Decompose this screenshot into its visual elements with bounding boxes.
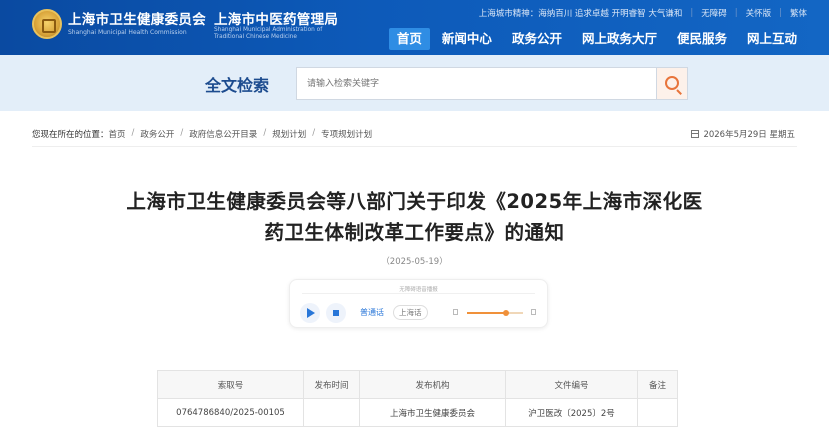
cell-publish-time	[303, 398, 360, 427]
breadcrumb-special-planning[interactable]: 专项规划计划	[321, 128, 372, 140]
emblem-logo[interactable]	[32, 9, 62, 39]
breadcrumb-separator: /	[131, 128, 135, 138]
breadcrumb-separator: /	[180, 128, 184, 138]
org-name-health-commission[interactable]: 上海市卫生健康委员会	[68, 8, 206, 28]
org-name-tcm-admin[interactable]: 上海市中医药管理局	[214, 8, 338, 28]
shanghainese-option[interactable]: 上海话	[393, 305, 428, 320]
cell-index-number: 0764786840/2025-00105	[157, 398, 304, 427]
cell-remarks	[637, 398, 678, 427]
breadcrumb: 您现在所在的位置： 首页 / 政务公开 / 政府信息公开目录 / 规划计划 / …	[32, 128, 372, 140]
divider: |	[734, 8, 738, 18]
divider: |	[779, 8, 782, 18]
org-name-tcm-admin-en: Shanghai Municipal Administration of Tra…	[214, 27, 323, 40]
volume-up-icon[interactable]	[531, 309, 536, 315]
table-row: 0764786840/2025-00105 上海市卫生健康委员会 沪卫医改〔20…	[157, 398, 678, 427]
search-box[interactable]	[296, 67, 657, 100]
current-date-text: 2026年5月29日 星期五	[703, 130, 795, 140]
breadcrumb-government-affairs[interactable]: 政务公开	[140, 128, 174, 140]
breadcrumb-planning[interactable]: 规划计划	[272, 128, 306, 140]
cell-document-number: 沪卫医改〔2025〕2号	[505, 398, 638, 427]
document-info-table: 索取号 发布时间 发布机构 文件编号 备注 0764786840/2025-00…	[157, 370, 678, 427]
divider: |	[690, 8, 694, 18]
search-button[interactable]	[657, 67, 688, 100]
stop-icon[interactable]	[326, 303, 346, 323]
table-header-row: 索取号 发布时间 发布机构 文件编号 备注	[157, 370, 678, 399]
nav-home[interactable]: 首页	[388, 28, 430, 50]
section-divider	[32, 146, 797, 147]
nav-convenience-services[interactable]: 便民服务	[669, 28, 735, 50]
search-input[interactable]	[297, 68, 656, 99]
search-icon	[665, 76, 679, 90]
search-icon-handle	[676, 89, 682, 95]
header-publish-time: 发布时间	[303, 370, 360, 399]
publish-date: （2025-05-19）	[381, 257, 448, 267]
nav-online-interaction[interactable]: 网上互动	[739, 28, 805, 50]
breadcrumb-home[interactable]: 首页	[109, 128, 126, 140]
breadcrumb-label: 您现在所在的位置：	[32, 130, 109, 140]
nav-online-service-hall[interactable]: 网上政务大厅	[574, 28, 665, 50]
site-header: 上海市卫生健康委员会 Shanghai Municipal Health Com…	[0, 0, 829, 55]
city-spirit-text: 上海城市精神：海纳百川 追求卓越 开明睿智 大气谦和	[478, 9, 683, 19]
org-name-health-commission-en: Shanghai Municipal Health Commission	[68, 29, 187, 36]
main-nav: 首页 新闻中心 政务公开 网上政务大厅 便民服务 网上互动	[385, 28, 805, 50]
top-links: 上海城市精神：海纳百川 追求卓越 开明睿智 大气谦和 | 无障碍 | 关怀版 |…	[479, 7, 807, 19]
mandarin-option[interactable]: 普通话	[360, 307, 384, 318]
audio-player: 无障碍语音播报 普通话 上海话	[289, 279, 548, 328]
search-title: 全文检索	[205, 76, 270, 95]
care-version-link[interactable]: 关怀版	[746, 7, 772, 19]
play-icon[interactable]	[300, 303, 320, 323]
calendar-icon	[691, 130, 700, 138]
player-divider	[302, 293, 535, 294]
header-document-number: 文件编号	[505, 370, 638, 399]
traditional-chinese-link[interactable]: 繁体	[790, 7, 807, 19]
accessibility-link[interactable]: 无障碍	[701, 7, 727, 19]
header-index-number: 索取号	[157, 370, 304, 399]
cell-publisher: 上海市卫生健康委员会	[359, 398, 506, 427]
article-title-line2: 药卫生体制改革工作要点》的通知	[264, 221, 565, 244]
volume-slider-fill	[467, 312, 507, 314]
volume-slider[interactable]	[467, 310, 523, 316]
header-publisher: 发布机构	[359, 370, 506, 399]
article-title-line1: 上海市卫生健康委员会等八部门关于印发《2025年上海市深化医	[126, 190, 703, 213]
header-remarks: 备注	[637, 370, 678, 399]
breadcrumb-separator: /	[312, 128, 316, 138]
volume-slider-knob[interactable]	[503, 310, 510, 316]
breadcrumb-separator: /	[263, 128, 267, 138]
current-date: 2026年5月29日 星期五	[691, 128, 795, 140]
breadcrumb-info-directory[interactable]: 政府信息公开目录	[189, 128, 257, 140]
volume-down-icon[interactable]	[453, 309, 458, 315]
nav-news-center[interactable]: 新闻中心	[434, 28, 500, 50]
player-caption: 无障碍语音播报	[399, 287, 438, 293]
nav-government-affairs[interactable]: 政务公开	[504, 28, 570, 50]
